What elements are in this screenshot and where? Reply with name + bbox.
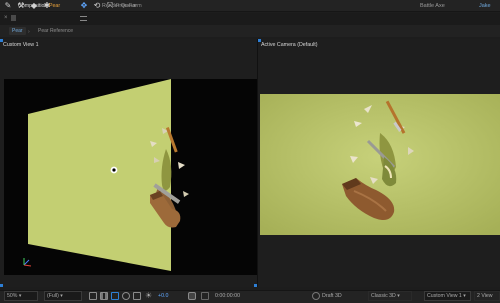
- resolution-value: (Full): [47, 293, 59, 299]
- panel-tab-bar: [0, 13, 500, 25]
- show-snapshot-icon[interactable]: [201, 292, 209, 300]
- tab-composition-label: Composition: [18, 3, 48, 9]
- channel-icon[interactable]: [122, 292, 130, 300]
- draft-3d-icon[interactable]: [312, 292, 320, 300]
- draft-3d-label[interactable]: Draft 3D: [322, 292, 342, 300]
- user-label[interactable]: Jake: [479, 2, 491, 10]
- workspace-label[interactable]: Battle Axe: [420, 2, 445, 10]
- snapshot-camera-icon[interactable]: [188, 292, 196, 300]
- timecode[interactable]: 0:00:00:00: [215, 292, 240, 300]
- subtab-pear-reference[interactable]: Pear Reference: [35, 27, 76, 35]
- close-icon[interactable]: ×: [4, 15, 10, 21]
- subtab-arrow-icon: ›: [28, 29, 30, 35]
- grid-options-icon[interactable]: [133, 292, 141, 300]
- tab-menu-icon[interactable]: [80, 16, 87, 21]
- view-layout-value: 2 View: [477, 293, 493, 299]
- mask-visibility-icon[interactable]: [111, 292, 119, 300]
- tab-composition[interactable]: Composition Pear: [18, 2, 60, 11]
- lock-icon[interactable]: [11, 15, 16, 21]
- region-of-interest-icon[interactable]: [89, 292, 97, 300]
- color-management-icon[interactable]: ☀: [145, 291, 155, 301]
- renderer-select[interactable]: Classic 3D ▾: [368, 291, 412, 301]
- view-layout-select[interactable]: 2 View: [474, 291, 500, 301]
- renderer-value: Classic 3D: [371, 293, 396, 299]
- rotate-icon[interactable]: ⟲: [92, 1, 102, 11]
- custom-view-scene[interactable]: [0, 39, 257, 287]
- zoom-value: 50%: [7, 293, 18, 299]
- composition-name: Pear: [48, 3, 61, 9]
- transparency-grid-icon[interactable]: [100, 292, 108, 300]
- subtab-pear[interactable]: Pear: [9, 27, 26, 35]
- cursor-icon: [110, 166, 118, 174]
- active-camera-scene[interactable]: [258, 39, 500, 287]
- move-axis-icon[interactable]: ✥: [79, 1, 89, 11]
- tab-render-queue[interactable]: Render Queue: [102, 2, 137, 11]
- brush-icon[interactable]: ✎: [3, 1, 13, 11]
- view-select[interactable]: Custom View 1 ▾: [424, 291, 471, 301]
- zoom-select[interactable]: 50% ▾: [4, 291, 38, 301]
- viewer-corner-marker-bottom-left: [0, 284, 3, 287]
- view-select-value: Custom View 1: [427, 293, 462, 299]
- exposure-value[interactable]: +0.0: [158, 292, 168, 300]
- resolution-select[interactable]: (Full) ▾: [44, 291, 82, 301]
